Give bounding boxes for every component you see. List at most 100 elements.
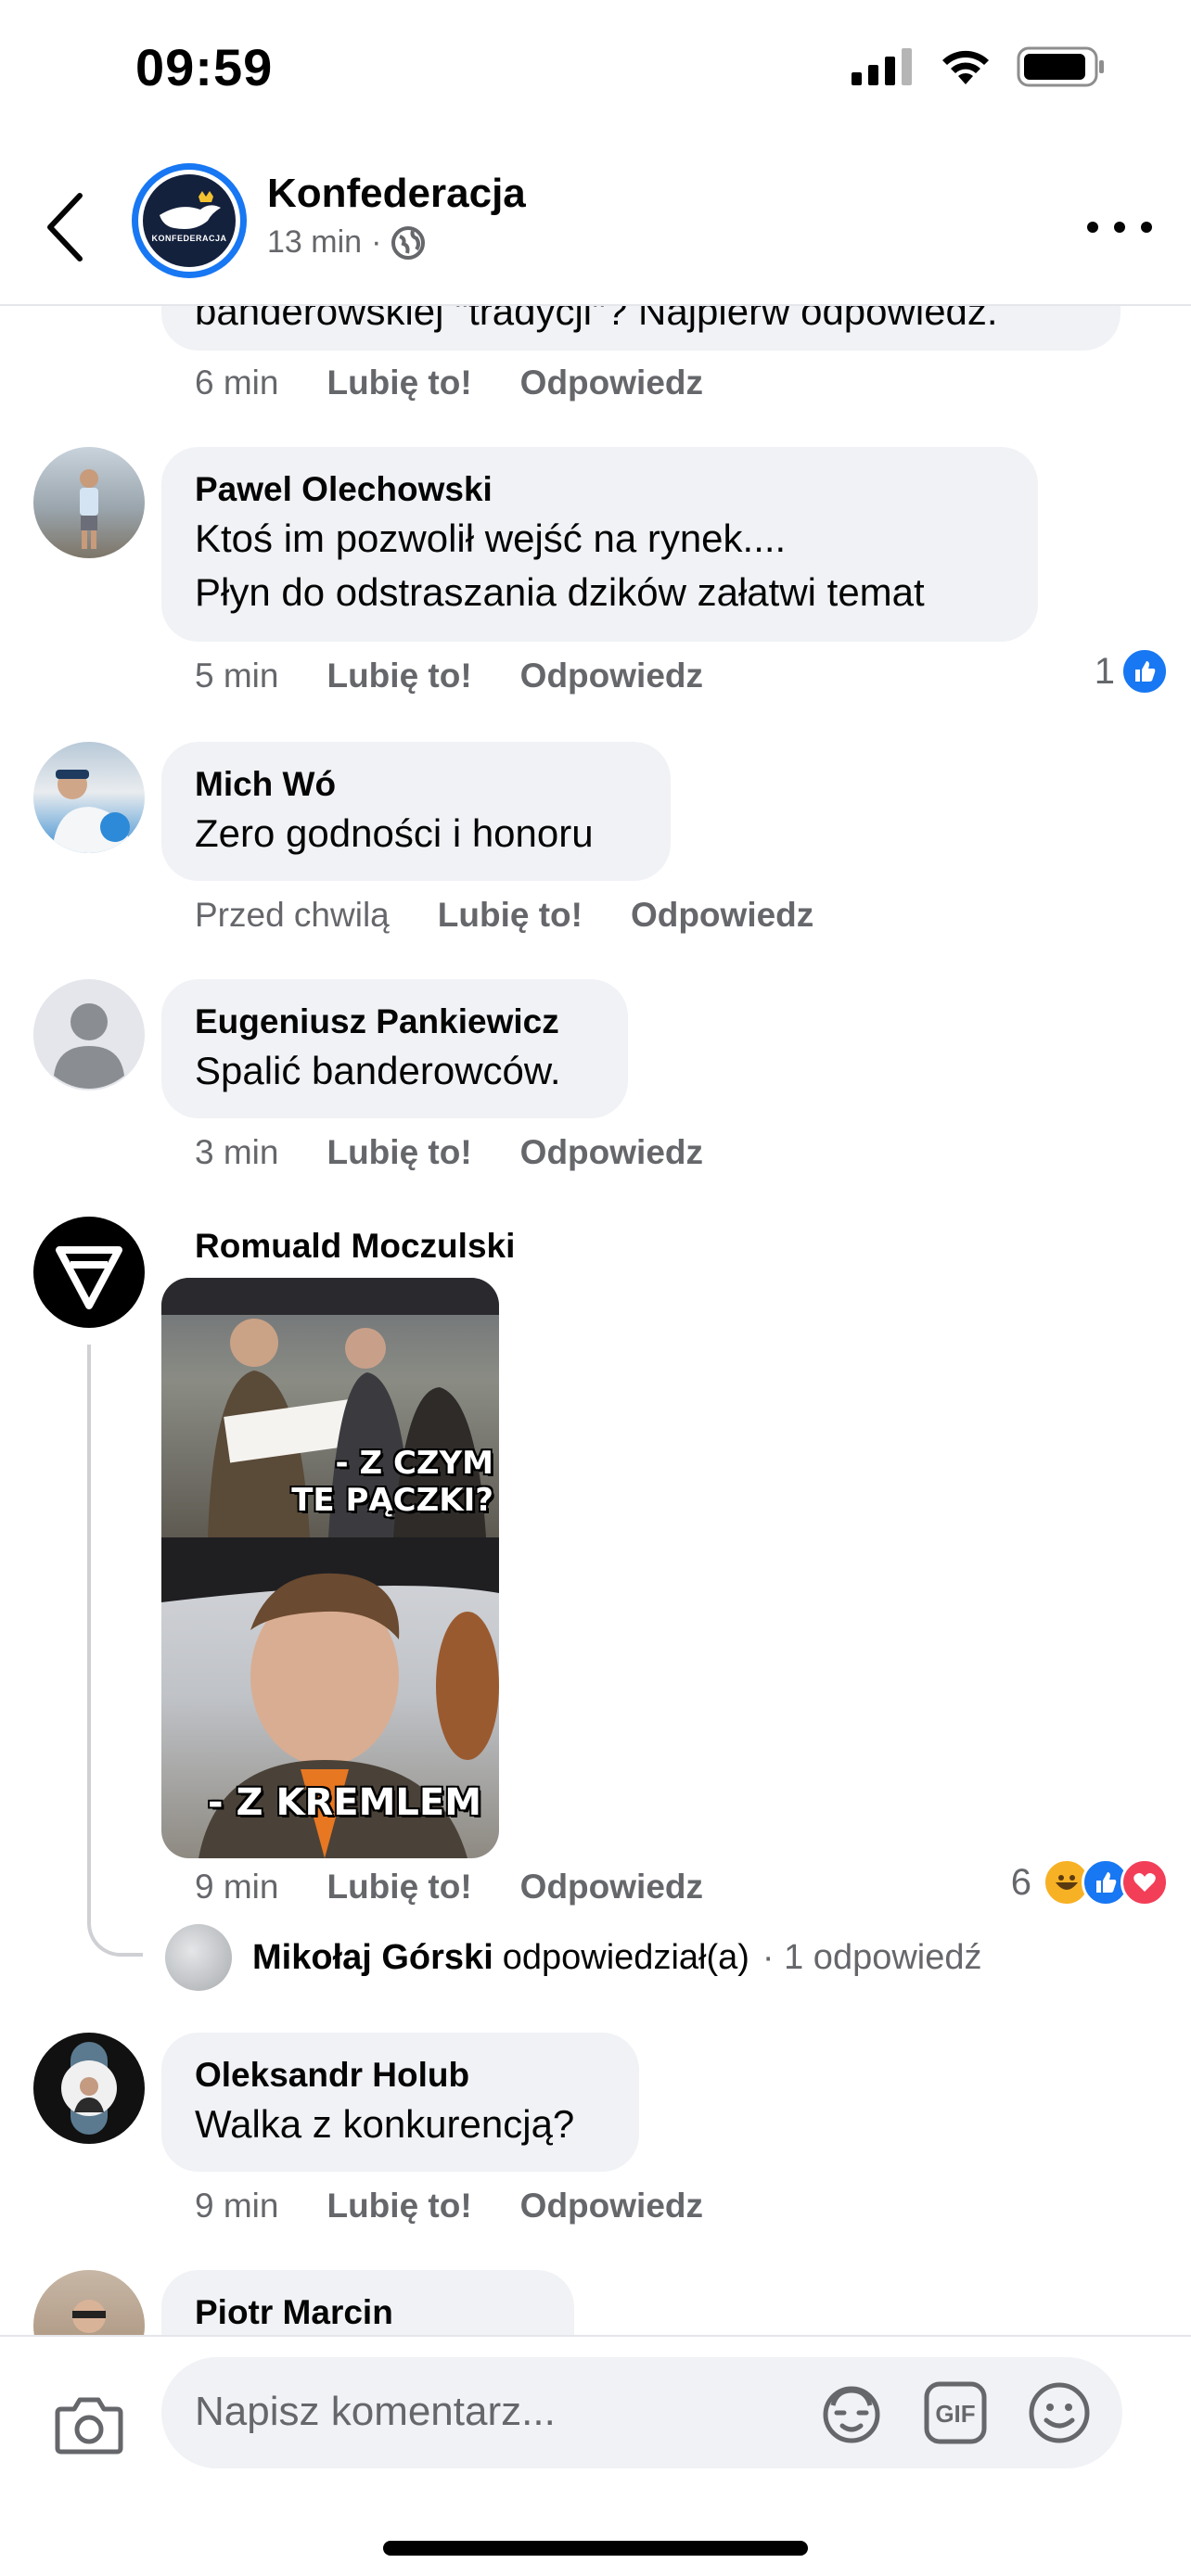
reply-action: odpowiedział(a)	[502, 1937, 749, 1977]
comment-actions: 3 min Lubię to! Odpowiedz	[195, 1133, 703, 1172]
comment-bubble[interactable]: Mich Wó Zero godności i honoru	[161, 742, 671, 881]
comments-list[interactable]: banderowskiej "tradycji"? Najpierw odpow…	[0, 306, 1191, 2335]
wifi-icon	[942, 50, 989, 84]
meta-separator: ·	[371, 224, 382, 260]
comment-bubble[interactable]: Piotr Marcin	[161, 2270, 574, 2335]
globe-icon	[391, 225, 426, 260]
like-button[interactable]: Lubię to!	[327, 1133, 471, 1172]
gif-icon[interactable]: GIF	[922, 2379, 989, 2446]
comment-input[interactable]: Napisz komentarz... GIF	[161, 2357, 1122, 2468]
reply-button[interactable]: Odpowiedz	[631, 896, 813, 935]
emoji-icon[interactable]	[1026, 2379, 1093, 2446]
gif-label: GIF	[935, 2400, 975, 2428]
comment-actions: 9 min Lubię to! Odpowiedz	[195, 1868, 703, 1906]
comment-bubble[interactable]: Eugeniusz Pankiewicz Spalić banderowców.	[161, 979, 628, 1118]
more-options-button[interactable]	[1087, 204, 1152, 250]
reaction-count: 6	[1010, 1861, 1031, 1903]
avatar-photo	[61, 2042, 117, 2135]
page-avatar-text: KONFEDERACJA	[151, 234, 227, 243]
love-reaction-icon	[1121, 1858, 1169, 1906]
post-time[interactable]: 13 min	[267, 224, 362, 261]
avatar-sticker-icon[interactable]	[818, 2379, 885, 2446]
avatar[interactable]	[33, 447, 145, 558]
comment-time[interactable]: 5 min	[195, 657, 278, 695]
eagle-logo-icon	[160, 191, 221, 229]
reply-button[interactable]: Odpowiedz	[520, 363, 703, 402]
replies-preview[interactable]: Mikołaj Górski odpowiedział(a) · 1 odpow…	[165, 1924, 982, 1991]
composer-icons: GIF	[818, 2379, 1093, 2446]
camera-icon	[55, 2397, 123, 2455]
avatar	[165, 1924, 232, 1991]
reply-button[interactable]: Odpowiedz	[520, 1868, 703, 1906]
comment-time[interactable]: 6 min	[195, 363, 278, 402]
default-avatar-icon[interactable]	[33, 979, 145, 1090]
comment-text-line: Walka z konkurencją?	[195, 2102, 575, 2146]
comment-author[interactable]: Mich Wó	[195, 762, 637, 807]
signal-icon	[852, 48, 912, 85]
avatar-photo	[80, 469, 98, 549]
more-dots-icon	[1087, 222, 1098, 233]
comment-author[interactable]: Piotr Marcin	[195, 2290, 541, 2335]
reaction-summary[interactable]: 6	[1011, 1858, 1169, 1906]
comment-bubble-partial[interactable]: banderowskiej "tradycji"? Najpierw odpow…	[161, 306, 1121, 351]
thread-line	[87, 1345, 143, 1957]
page-avatar[interactable]: KONFEDERACJA	[132, 163, 247, 278]
like-button[interactable]: Lubię to!	[327, 1868, 471, 1906]
comment-text-line: Zero godności i honoru	[195, 811, 594, 855]
comment-actions: 5 min Lubię to! Odpowiedz	[195, 657, 703, 695]
reply-button[interactable]: Odpowiedz	[520, 2187, 703, 2225]
avatar[interactable]	[33, 2270, 145, 2335]
comment-author[interactable]: Eugeniusz Pankiewicz	[195, 1000, 595, 1044]
reaction-summary[interactable]: 1	[1095, 647, 1169, 695]
comment-actions: 9 min Lubię to! Odpowiedz	[195, 2187, 703, 2225]
like-reaction-icon	[1121, 647, 1169, 695]
comment-text-line: Płyn do odstraszania dzików załatwi tema…	[195, 570, 925, 614]
like-button[interactable]: Lubię to!	[438, 896, 583, 935]
status-bar: 09:59	[0, 0, 1191, 139]
comment-text-line: Spalić banderowców.	[195, 1049, 561, 1092]
reply-count: · 1 odpowiedź	[762, 1937, 982, 1977]
avatar-photo	[52, 770, 132, 853]
back-chevron-icon	[47, 193, 83, 261]
comment-bubble[interactable]: Pawel Olechowski Ktoś im pozwolił wejść …	[161, 447, 1038, 642]
post-meta: 13 min ·	[267, 224, 426, 261]
comment-time[interactable]: 9 min	[195, 2187, 278, 2225]
triangle-logo-icon	[56, 1246, 122, 1309]
page-name[interactable]: Konfederacja	[267, 171, 526, 217]
meme-photo-top: - Z CZYM TE PĄCZKI?	[161, 1278, 499, 1537]
avatar[interactable]	[33, 1217, 145, 1328]
comment-text: banderowskiej "tradycji"? Najpierw odpow…	[195, 306, 998, 333]
avatar[interactable]	[33, 2033, 145, 2144]
comment-author[interactable]: Romuald Moczulski	[195, 1224, 515, 1269]
reply-button[interactable]: Odpowiedz	[520, 657, 703, 695]
comment-bubble[interactable]: Oleksandr Holub Walka z konkurencją?	[161, 2033, 639, 2172]
comment-image[interactable]: - Z CZYM TE PĄCZKI? - Z KREMLEM	[161, 1278, 499, 1858]
comment-time[interactable]: 3 min	[195, 1133, 278, 1172]
comment-time[interactable]: Przed chwilą	[195, 896, 390, 935]
comment-input-placeholder: Napisz komentarz...	[195, 2389, 556, 2434]
comment-time[interactable]: 9 min	[195, 1868, 278, 1906]
meme-caption: - Z CZYM	[335, 1445, 494, 1482]
reaction-count: 1	[1094, 650, 1115, 692]
home-indicator[interactable]	[383, 2541, 808, 2556]
status-icons	[852, 46, 1106, 87]
camera-button[interactable]	[54, 2394, 124, 2465]
battery-icon	[1017, 46, 1104, 87]
meme-caption: - Z KREMLEM	[208, 1781, 481, 1824]
reply-button[interactable]: Odpowiedz	[520, 1133, 703, 1172]
comment-author[interactable]: Pawel Olechowski	[195, 467, 1005, 512]
comment-author[interactable]: Oleksandr Holub	[195, 2053, 606, 2098]
status-time: 09:59	[135, 38, 274, 96]
meme-caption: TE PĄCZKI?	[291, 1482, 493, 1519]
like-button[interactable]: Lubię to!	[327, 363, 471, 402]
meme-photo-bottom: - Z KREMLEM	[161, 1537, 499, 1858]
like-button[interactable]: Lubię to!	[327, 657, 471, 695]
back-button[interactable]	[37, 185, 93, 269]
comment-composer: Napisz komentarz... GIF	[0, 2335, 1191, 2576]
avatar[interactable]	[33, 742, 145, 853]
comment-actions: Przed chwilą Lubię to! Odpowiedz	[195, 896, 813, 935]
post-header: KONFEDERACJA Konfederacja 13 min ·	[0, 148, 1191, 306]
comment-actions: 6 min Lubię to! Odpowiedz	[195, 363, 703, 402]
reply-author: Mikołaj Górski	[252, 1937, 493, 1977]
like-button[interactable]: Lubię to!	[327, 2187, 471, 2225]
